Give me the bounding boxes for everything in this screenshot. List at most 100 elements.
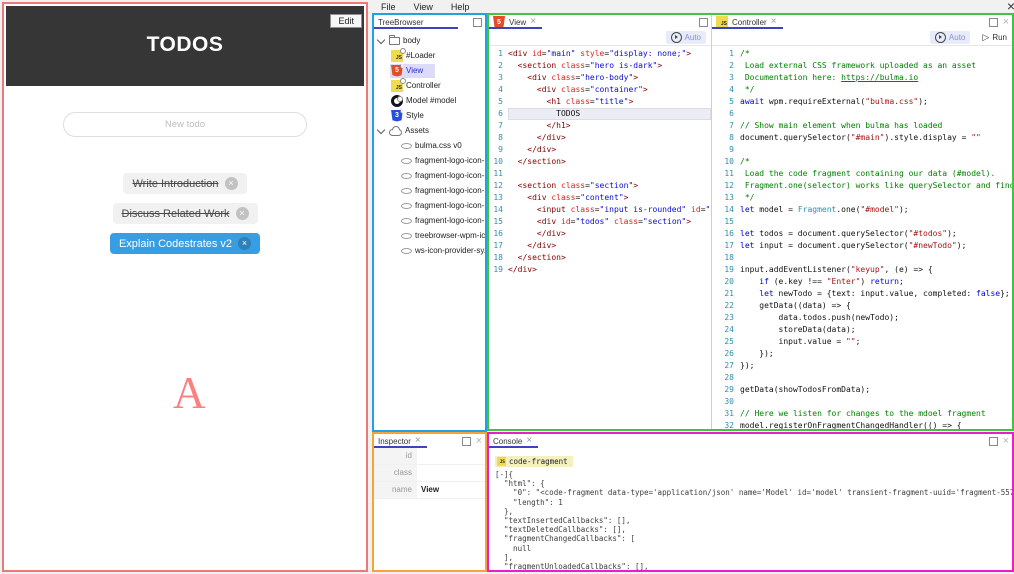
tree-item-controller[interactable]: JS Controller [374,77,485,93]
code-line: 11 Load the code fragment containing our… [712,168,1012,180]
fragment-tree: body JS #Loader 5 View JS Controller Model #mod… [374,29,485,258]
view-code-area[interactable]: 1 <div id="main" style="display: none;"> 2… [489,46,711,429]
code-line: 12 <section class="section"> [489,180,711,192]
menu-item-file[interactable]: File [381,2,396,12]
close-panel-icon[interactable]: × [1003,435,1009,446]
close-tab-icon[interactable]: × [415,436,421,446]
maximize-icon[interactable] [988,436,998,446]
line-number: 18 [724,253,734,262]
menubar: File View Help × [372,0,1014,14]
view-editor: 5 View × Auto 1 <div id="main" style="dis… [489,15,712,429]
line-number: 12 [724,181,734,190]
version-badge-icon [400,47,406,54]
line-number: 12 [493,181,503,190]
edit-button[interactable]: Edit [330,14,362,28]
maximize-icon[interactable] [699,17,708,27]
model-icon [391,94,403,107]
maximize-icon[interactable] [461,436,471,446]
inspector-tab[interactable]: Inspector × [374,434,427,448]
inspector-field-value[interactable] [417,465,485,481]
maximize-icon[interactable] [473,17,482,27]
tree-item-view[interactable]: 5 View [374,63,485,78]
todo-item[interactable]: Discuss Related Work × [112,203,258,224]
window-close-icon[interactable]: × [1007,0,1014,14]
tree-item-body[interactable]: body [374,33,485,48]
asset-icon [401,202,412,209]
tree-item-fragment-logo-icon[interactable]: fragment-logo-icon-... [374,168,485,183]
tree-item-bulma-css-v0[interactable]: bulma.css v0 [374,138,485,153]
todo-item-text: Discuss Related Work [121,207,230,220]
run-button[interactable]: ▷ Run [982,31,1007,42]
app-window: Edit TODOS Write Introduction×Discuss Re… [0,0,1014,574]
code-line: 32 model.registerOnFragmentChangedHandler… [712,420,1012,429]
js-icon: JS [716,16,728,28]
line-number: 25 [724,337,734,346]
auto-run-button[interactable]: Auto [929,30,971,44]
auto-run-button[interactable]: Auto [665,30,706,44]
inspector-row-class: class [374,465,485,482]
controller-code-area[interactable]: 1/* 2 Load external CSS framework uploade… [712,46,1012,429]
tree-item-fragment-logo-icon[interactable]: fragment-logo-icon-... [374,153,485,168]
code-line: 15 <div id="todos" class="section"> [489,216,711,228]
view-editor-tab[interactable]: 5 View × [489,15,543,29]
line-number: 17 [724,241,734,250]
line-number: 21 [724,289,734,298]
todo-item[interactable]: Write Introduction × [123,173,247,194]
console-tab[interactable]: Console × [489,434,539,448]
line-number: 3 [498,73,503,82]
version-badge-icon [397,95,403,102]
line-number: 4 [729,85,734,94]
tree-item-model-model[interactable]: Model #model [374,93,485,108]
code-line: 3 <div class="hero-body"> [489,72,711,84]
chevron-down-icon[interactable] [376,125,386,134]
close-panel-icon[interactable]: × [1003,16,1009,27]
controller-editor-tab[interactable]: JS Controller × [712,15,783,29]
console-line: "html": { [495,479,545,489]
tree-item-assets[interactable]: Assets [374,123,485,138]
run-icon: ▷ [982,31,990,42]
tree-item-style[interactable]: 3 Style [374,108,485,123]
tree-item-fragment-logo-icon[interactable]: fragment-logo-icon-... [374,213,485,228]
line-number: 26 [724,349,734,358]
line-number: 7 [498,121,503,130]
console-line: "textDeletedCallbacks": [], [495,525,626,535]
menu-item-view[interactable]: View [414,2,433,12]
inspector-panel: Inspector × × idclassnameView C [372,432,487,572]
console-source-badge[interactable]: JS code-fragment [495,456,573,467]
code-line: 22 getData((data) => { [712,300,1012,312]
tree-item-treebrowser-wpm-ic[interactable]: treebrowser-wpm-ic... [374,228,485,243]
todo-item[interactable]: Explain Codestrates v2 × [109,233,261,254]
line-number: 23 [724,313,734,322]
inspector-field-value[interactable]: View [417,482,485,498]
close-tab-icon[interactable]: × [526,436,532,446]
close-panel-icon[interactable]: × [476,435,482,446]
close-tab-icon[interactable]: × [530,17,536,27]
close-tab-icon[interactable]: × [771,17,777,27]
controller-editor-header: JS Controller × × [712,15,1012,29]
inspector-field-label: class [374,465,417,481]
tree-item-fragment-logo-icon[interactable]: fragment-logo-icon-... [374,198,485,213]
tree-item-fragment-logo-icon[interactable]: fragment-logo-icon-... [374,183,485,198]
code-line: 17 </div> [489,240,711,252]
chevron-down-icon[interactable] [376,35,386,44]
delete-todo-icon[interactable]: × [235,207,249,220]
new-todo-input[interactable] [63,112,307,137]
line-number: 15 [493,217,503,226]
delete-todo-icon[interactable]: × [238,237,252,250]
tree-item-loader[interactable]: JS #Loader [374,47,485,63]
inspector-field-value[interactable] [417,448,485,464]
delete-todo-icon[interactable]: × [224,177,238,190]
code-line: 18 </section> [489,252,711,264]
tree-item-ws-icon-provider-sy[interactable]: ws-icon-provider-sy... [374,243,485,258]
view-tab-label: View [509,17,527,27]
menu-item-help[interactable]: Help [451,2,470,12]
auto-label: Auto [684,32,701,42]
treebrowser-tab-label: TreeBrowser [378,17,424,27]
js-icon: JS [497,457,506,466]
line-number: 20 [724,277,734,286]
inspector-field-label: id [374,448,417,464]
line-number: 1 [729,49,734,58]
code-line: 5 <h1 class="title"> [489,96,711,108]
maximize-icon[interactable] [988,17,998,27]
treebrowser-tab[interactable]: TreeBrowser [374,15,458,29]
